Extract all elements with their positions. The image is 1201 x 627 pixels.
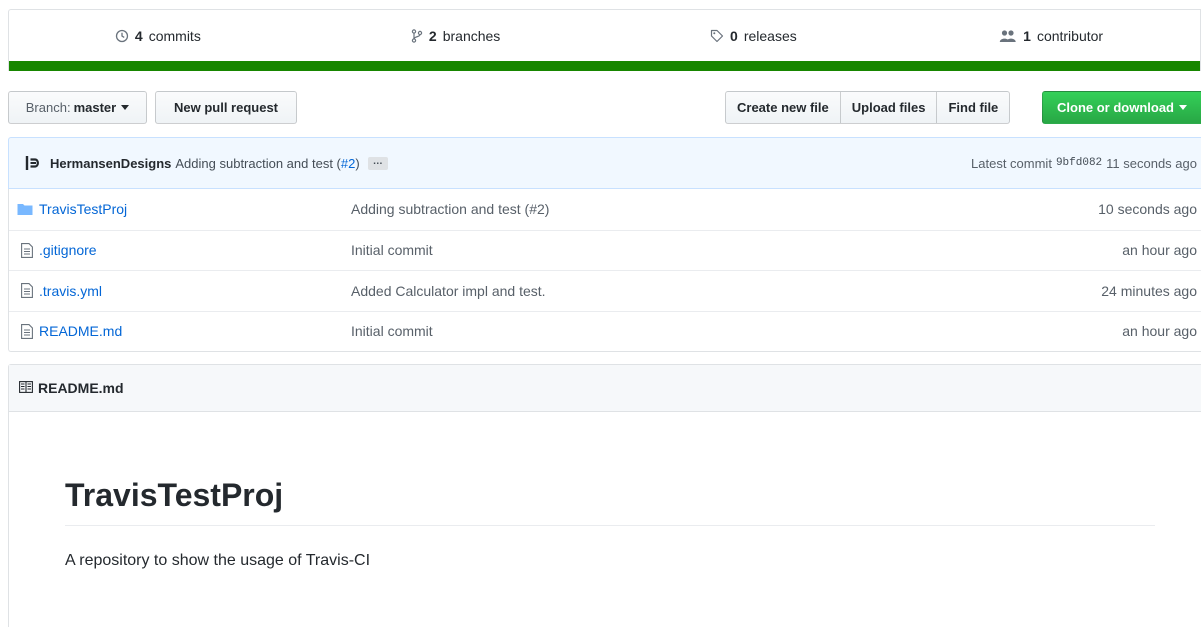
latest-commit-bar: HermansenDesigns Adding subtraction and … <box>8 137 1201 189</box>
file-age: 10 seconds ago <box>1098 201 1197 218</box>
contributors-count: 1 <box>1023 28 1031 44</box>
commits-label: commits <box>148 28 201 44</box>
branch-select-button[interactable]: Branch: master <box>8 91 147 124</box>
file-icon <box>9 283 39 299</box>
tag-icon <box>710 29 724 43</box>
commit-message-text: Adding subtraction and test ( <box>175 155 341 171</box>
file-icon <box>9 242 39 258</box>
repo-summary: 4 commits 2 branches 0 releases 1 contri… <box>8 9 1201 71</box>
caret-down-icon <box>1179 105 1187 110</box>
people-icon <box>999 29 1017 43</box>
table-row: .travis.yml Added Calculator impl and te… <box>9 270 1201 311</box>
commit-message-end: ) <box>355 155 360 171</box>
file-age: an hour ago <box>1122 323 1197 340</box>
commit-author[interactable]: HermansenDesigns <box>50 156 171 171</box>
readme-header-title: README.md <box>38 380 124 396</box>
commits-link[interactable]: 4 commits <box>9 28 307 44</box>
find-file-button[interactable]: Find file <box>936 91 1011 124</box>
readme-content: TravisTestProj A repository to show the … <box>65 475 1155 570</box>
upload-files-button[interactable]: Upload files <box>839 91 938 124</box>
readme-header: README.md <box>9 365 1201 412</box>
table-row: README.md Initial commit an hour ago <box>9 310 1201 352</box>
caret-down-icon <box>121 105 130 110</box>
avatar[interactable] <box>24 154 42 172</box>
branches-count: 2 <box>428 28 437 44</box>
branches-label: branches <box>442 28 501 44</box>
file-name-link[interactable]: .travis.yml <box>39 283 351 299</box>
releases-count: 0 <box>730 28 738 44</box>
contributors-link[interactable]: 1 contributor <box>902 28 1200 44</box>
new-pull-request-button[interactable]: New pull request <box>155 91 297 124</box>
table-row: TravisTestProj Adding subtraction and te… <box>9 189 1201 230</box>
file-table: TravisTestProj Adding subtraction and te… <box>8 189 1201 352</box>
language-bar[interactable] <box>9 61 1200 71</box>
file-actions-group: Create new file Upload files Find file <box>725 91 1011 124</box>
branch-prefix: Branch: <box>25 100 71 115</box>
expand-commit-button[interactable]: … <box>367 156 388 170</box>
releases-link[interactable]: 0 releases <box>605 28 903 44</box>
commit-pr-link[interactable]: #2 <box>341 156 355 171</box>
commits-count: 4 <box>134 28 143 44</box>
commit-age: 11 seconds ago <box>1106 155 1197 171</box>
clone-or-download-button[interactable]: Clone or download <box>1042 91 1201 124</box>
file-icon <box>9 323 39 339</box>
branch-name: master <box>73 100 117 115</box>
history-icon <box>115 29 129 43</box>
readme-description: A repository to show the usage of Travis… <box>65 552 371 569</box>
commit-message[interactable]: Adding subtraction and test (#2) <box>175 156 359 171</box>
create-new-file-button[interactable]: Create new file <box>725 91 841 124</box>
folder-icon <box>9 202 39 216</box>
book-icon <box>19 380 33 396</box>
file-name-link[interactable]: .gitignore <box>39 242 351 258</box>
readme-title: TravisTestProj <box>65 475 1155 526</box>
file-commit-message[interactable]: Initial commit <box>351 242 851 258</box>
file-commit-message[interactable]: Adding subtraction and test (#2) <box>351 201 851 217</box>
readme-panel: README.md TravisTestProj A repository to… <box>8 364 1201 627</box>
table-row: .gitignore Initial commit an hour ago <box>9 229 1201 271</box>
file-commit-message[interactable]: Initial commit <box>351 323 851 339</box>
file-age: 24 minutes ago <box>1101 282 1197 299</box>
file-age: an hour ago <box>1122 242 1197 259</box>
clone-label: Clone or download <box>1057 100 1174 115</box>
latest-commit-label: Latest commit <box>971 155 1052 171</box>
releases-label: releases <box>743 28 797 44</box>
contributors-label: contributor <box>1036 28 1104 44</box>
file-commit-message[interactable]: Added Calculator impl and test. <box>351 283 851 299</box>
latest-commit-info: Latest commit 9bfd082 11 seconds ago <box>971 138 1197 188</box>
branches-link[interactable]: 2 branches <box>307 28 605 44</box>
commit-sha[interactable]: 9bfd082 <box>1056 157 1102 169</box>
branch-icon <box>411 29 423 43</box>
file-name-link[interactable]: TravisTestProj <box>39 201 351 217</box>
file-name-link[interactable]: README.md <box>39 323 351 339</box>
